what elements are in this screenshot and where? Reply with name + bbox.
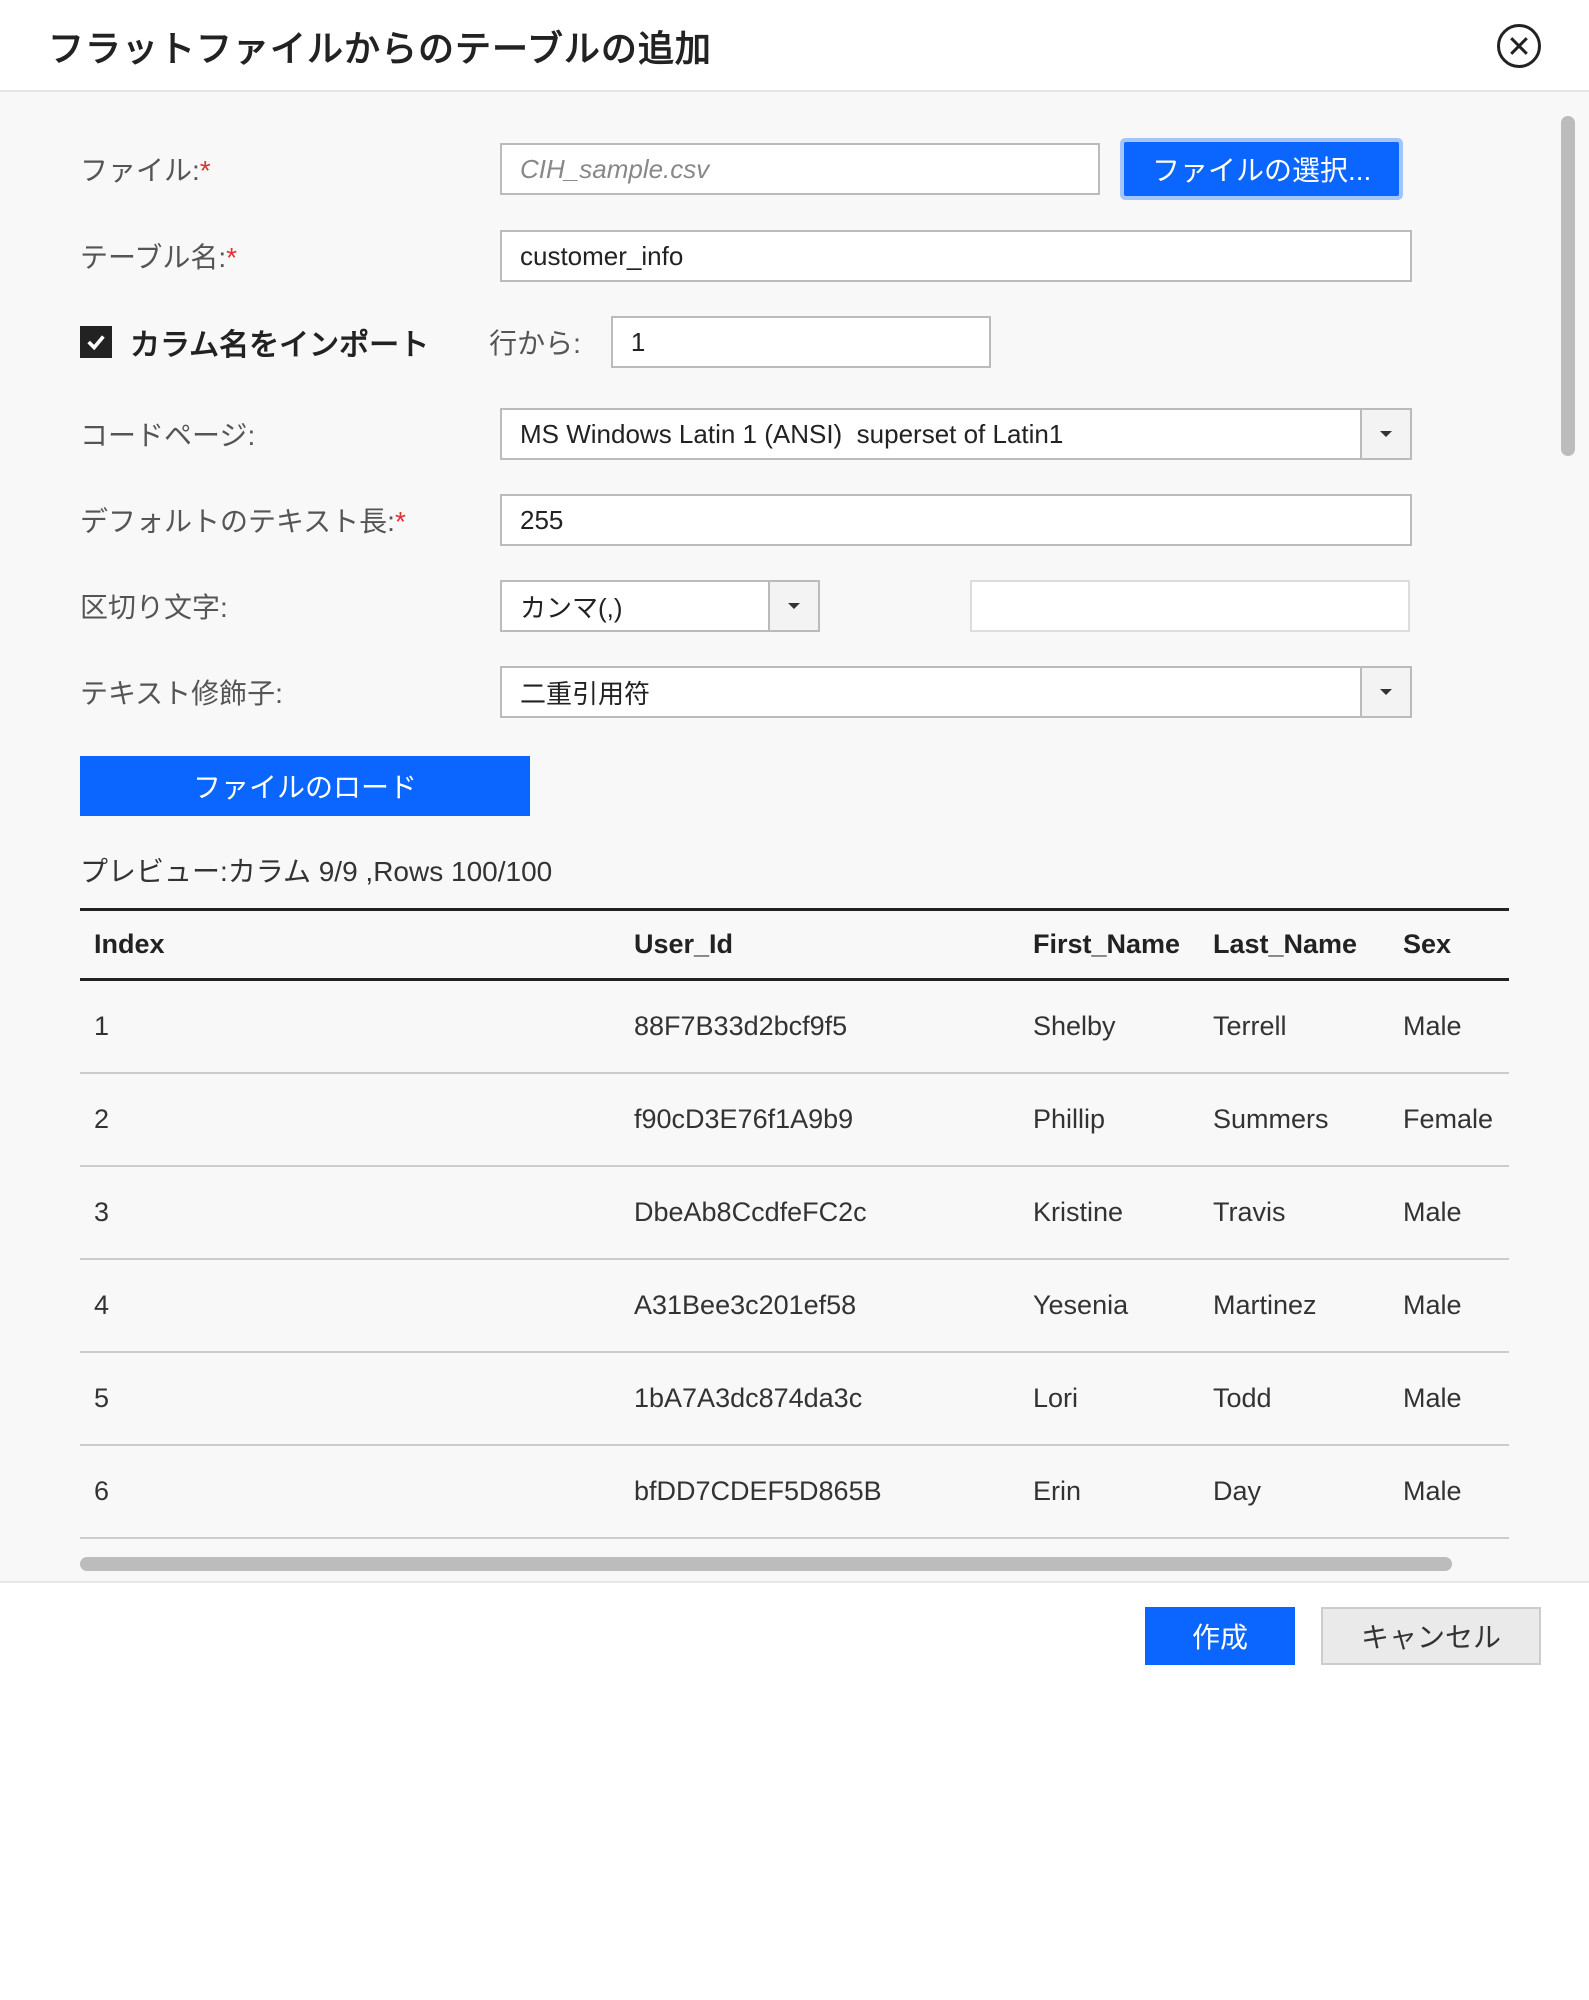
cell-user-id: bfDD7CDEF5D865B [620, 1445, 1019, 1538]
text-qualifier-label: テキスト修飾子: [80, 672, 500, 712]
cell-first-name: Kristine [1019, 1166, 1199, 1259]
cell-index: 2 [80, 1073, 620, 1166]
table-name-label-text: テーブル名: [80, 242, 226, 273]
cell-sex: Male [1389, 980, 1509, 1074]
cell-index: 1 [80, 980, 620, 1074]
delimiter-value[interactable] [500, 580, 768, 632]
dialog-header: フラットファイルからのテーブルの追加 [0, 0, 1589, 92]
cell-index: 3 [80, 1166, 620, 1259]
default-text-length-input[interactable] [500, 494, 1412, 546]
check-icon [85, 331, 107, 353]
cell-first-name: Phillip [1019, 1073, 1199, 1166]
table-name-label: テーブル名:* [80, 236, 500, 276]
chevron-down-icon[interactable] [768, 580, 820, 632]
chevron-down-icon[interactable] [1360, 666, 1412, 718]
cell-user-id: 1bA7A3dc874da3c [620, 1352, 1019, 1445]
table-header-row: Index User_Id First_Name Last_Name Sex [80, 910, 1509, 980]
table-name-row: テーブル名:* [80, 230, 1509, 282]
col-header-index[interactable]: Index [80, 910, 620, 980]
cell-user-id: f90cD3E76f1A9b9 [620, 1073, 1019, 1166]
cell-sex: Male [1389, 1445, 1509, 1538]
text-qualifier-row: テキスト修飾子: [80, 666, 1509, 718]
delimiter-select[interactable] [500, 580, 820, 632]
required-star: * [395, 506, 406, 537]
cell-last-name: Martinez [1199, 1259, 1389, 1352]
cell-sex: Male [1389, 1166, 1509, 1259]
default-text-length-row: デフォルトのテキスト長:* [80, 494, 1509, 546]
cell-first-name: Shelby [1019, 980, 1199, 1074]
preview-table-wrap: Index User_Id First_Name Last_Name Sex 1… [80, 908, 1509, 1539]
file-label-text: ファイル: [80, 155, 200, 186]
create-button[interactable]: 作成 [1145, 1607, 1295, 1665]
col-header-sex[interactable]: Sex [1389, 910, 1509, 980]
table-row[interactable]: 2 f90cD3E76f1A9b9 Phillip Summers Female [80, 1073, 1509, 1166]
import-column-names-label: カラム名をインポート [130, 320, 429, 364]
file-input[interactable] [500, 143, 1100, 195]
cell-last-name: Terrell [1199, 980, 1389, 1074]
cell-user-id: A31Bee3c201ef58 [620, 1259, 1019, 1352]
table-row[interactable]: 4 A31Bee3c201ef58 Yesenia Martinez Male [80, 1259, 1509, 1352]
required-star: * [200, 155, 211, 186]
code-page-row: コードページ: [80, 408, 1509, 460]
code-page-label: コードページ: [80, 414, 500, 454]
delimiter-label: 区切り文字: [80, 586, 500, 626]
vertical-scrollbar[interactable] [1561, 116, 1575, 456]
preview-table: Index User_Id First_Name Last_Name Sex 1… [80, 908, 1509, 1539]
preview-label: プレビュー:カラム 9/9 ,Rows 100/100 [80, 850, 1509, 890]
default-text-length-label: デフォルトのテキスト長:* [80, 500, 500, 540]
cell-sex: Male [1389, 1259, 1509, 1352]
dialog-body-outer: ファイル:* ファイルの選択... テーブル名:* カラム名をインポート 行から… [0, 92, 1589, 1581]
cell-first-name: Lori [1019, 1352, 1199, 1445]
from-row-input[interactable] [611, 316, 991, 368]
cell-first-name: Yesenia [1019, 1259, 1199, 1352]
horizontal-scrollbar[interactable] [80, 1557, 1452, 1571]
cell-sex: Female [1389, 1073, 1509, 1166]
import-columns-row: カラム名をインポート 行から: [80, 316, 1509, 368]
cell-last-name: Todd [1199, 1352, 1389, 1445]
cell-index: 6 [80, 1445, 620, 1538]
cell-last-name: Summers [1199, 1073, 1389, 1166]
col-header-last-name[interactable]: Last_Name [1199, 910, 1389, 980]
table-row[interactable]: 6 bfDD7CDEF5D865B Erin Day Male [80, 1445, 1509, 1538]
dialog-title: フラットファイルからのテーブルの追加 [48, 20, 712, 72]
import-column-names-checkbox[interactable] [80, 326, 112, 358]
col-header-first-name[interactable]: First_Name [1019, 910, 1199, 980]
from-row-label: 行から: [489, 322, 581, 362]
close-icon[interactable] [1497, 24, 1541, 68]
file-row: ファイル:* ファイルの選択... [80, 142, 1509, 196]
add-table-dialog: フラットファイルからのテーブルの追加 ファイル:* ファイルの選択... テーブ… [0, 0, 1589, 1689]
cell-last-name: Travis [1199, 1166, 1389, 1259]
cell-last-name: Day [1199, 1445, 1389, 1538]
table-row[interactable]: 5 1bA7A3dc874da3c Lori Todd Male [80, 1352, 1509, 1445]
required-star: * [226, 242, 237, 273]
preview-tbody: 1 88F7B33d2bcf9f5 Shelby Terrell Male 2 … [80, 980, 1509, 1539]
cell-user-id: DbeAb8CcdfeFC2c [620, 1166, 1019, 1259]
dialog-body: ファイル:* ファイルの選択... テーブル名:* カラム名をインポート 行から… [0, 92, 1589, 1581]
delimiter-row: 区切り文字: [80, 580, 1509, 632]
text-qualifier-value[interactable] [500, 666, 1360, 718]
dialog-footer: 作成 キャンセル [0, 1581, 1589, 1689]
text-qualifier-select[interactable] [500, 666, 1412, 718]
load-file-button[interactable]: ファイルのロード [80, 756, 530, 816]
default-text-length-label-text: デフォルトのテキスト長: [80, 506, 395, 537]
cell-first-name: Erin [1019, 1445, 1199, 1538]
cell-sex: Male [1389, 1352, 1509, 1445]
chevron-down-icon[interactable] [1360, 408, 1412, 460]
cancel-button[interactable]: キャンセル [1321, 1607, 1541, 1665]
table-name-input[interactable] [500, 230, 1412, 282]
file-label: ファイル:* [80, 149, 500, 189]
cell-index: 4 [80, 1259, 620, 1352]
choose-file-button[interactable]: ファイルの選択... [1124, 142, 1399, 196]
cell-user-id: 88F7B33d2bcf9f5 [620, 980, 1019, 1074]
code-page-value[interactable] [500, 408, 1360, 460]
table-row[interactable]: 3 DbeAb8CcdfeFC2c Kristine Travis Male [80, 1166, 1509, 1259]
table-row[interactable]: 1 88F7B33d2bcf9f5 Shelby Terrell Male [80, 980, 1509, 1074]
col-header-user-id[interactable]: User_Id [620, 910, 1019, 980]
cell-index: 5 [80, 1352, 620, 1445]
code-page-select[interactable] [500, 408, 1412, 460]
delimiter-custom-input[interactable] [970, 580, 1410, 632]
